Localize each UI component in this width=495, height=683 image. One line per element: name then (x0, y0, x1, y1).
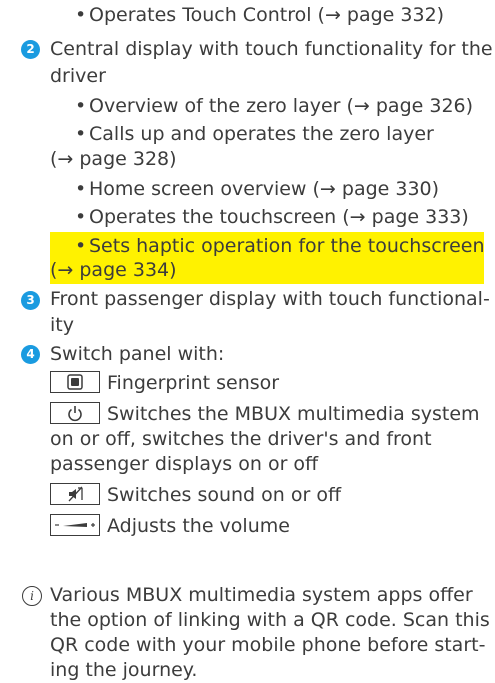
bullet-text: Sets haptic operation for the touchscree… (89, 235, 485, 257)
list-item: • Operates the touchscreen (→ page 333) (75, 205, 469, 230)
switch-text: Adjusts the volume (107, 515, 290, 537)
info-text-line: ing the journey. (50, 659, 198, 681)
switch-row: Switches the MBUX multimedia system (50, 401, 480, 427)
bullet-text: Overview of the zero layer (→ page 326) (89, 95, 474, 117)
bullet-text: Operates Touch Control (→ page 332) (89, 4, 445, 26)
switch-row: Switches sound on or off (50, 482, 342, 508)
fingerprint-sensor-icon (50, 370, 100, 393)
info-icon: i (22, 586, 42, 606)
switch-text-cont: passenger displays on or off (50, 453, 319, 475)
bullet: • (75, 206, 87, 228)
switch-text: Switches sound on or off (107, 484, 342, 506)
switch-row: Adjusts the volume (50, 513, 290, 539)
callout-number-2: 2 (21, 40, 40, 59)
switch-text: Switches the MBUX multimedia system (107, 403, 480, 425)
mute-icon (50, 482, 100, 505)
bullet-text: Operates the touchscreen (→ page 333) (89, 206, 469, 228)
switch-text-cont: on or off, switches the driver's and fro… (50, 428, 432, 450)
list-item-highlighted: • Sets haptic operation for the touchscre… (75, 234, 485, 259)
bullet: • (75, 4, 87, 26)
bullet-text: Calls up and operates the zero layer (89, 123, 434, 145)
info-text-line: the option of linking with a QR code. Sc… (50, 609, 490, 631)
callout-number-4: 4 (21, 345, 40, 364)
volume-icon (50, 513, 100, 536)
item-title: Switch panel with: (50, 343, 225, 365)
bullet-text-cont: (→ page 334) (50, 259, 177, 281)
power-icon (50, 401, 100, 424)
bullet-text: Home screen overview (→ page 330) (89, 178, 440, 200)
bullet: • (75, 178, 87, 200)
info-text-line: Various MBUX multimedia system apps offe… (50, 584, 473, 606)
callout-number-3: 3 (21, 291, 40, 310)
bullet: • (75, 235, 87, 257)
switch-row: Fingerprint sensor (50, 370, 280, 396)
switch-text: Fingerprint sensor (107, 372, 280, 394)
item-title: Front passenger display with touch funct… (50, 288, 490, 310)
manual-page: • Operates Touch Control (→ page 332) 2 C… (0, 0, 495, 681)
list-item: • Operates Touch Control (→ page 332) (75, 3, 444, 28)
bullet: • (75, 123, 87, 145)
list-item: • Calls up and operates the zero layer (75, 122, 434, 147)
item-title-cont: ity (50, 314, 74, 336)
item-title: Central display with touch functionality… (50, 38, 493, 60)
info-text-line: QR code with your mobile phone before st… (50, 634, 486, 656)
list-item: • Overview of the zero layer (→ page 326) (75, 94, 473, 119)
item-title-cont: driver (50, 65, 106, 87)
bullet-text-cont: (→ page 328) (50, 148, 177, 170)
list-item: • Home screen overview (→ page 330) (75, 177, 439, 202)
bullet: • (75, 95, 87, 117)
